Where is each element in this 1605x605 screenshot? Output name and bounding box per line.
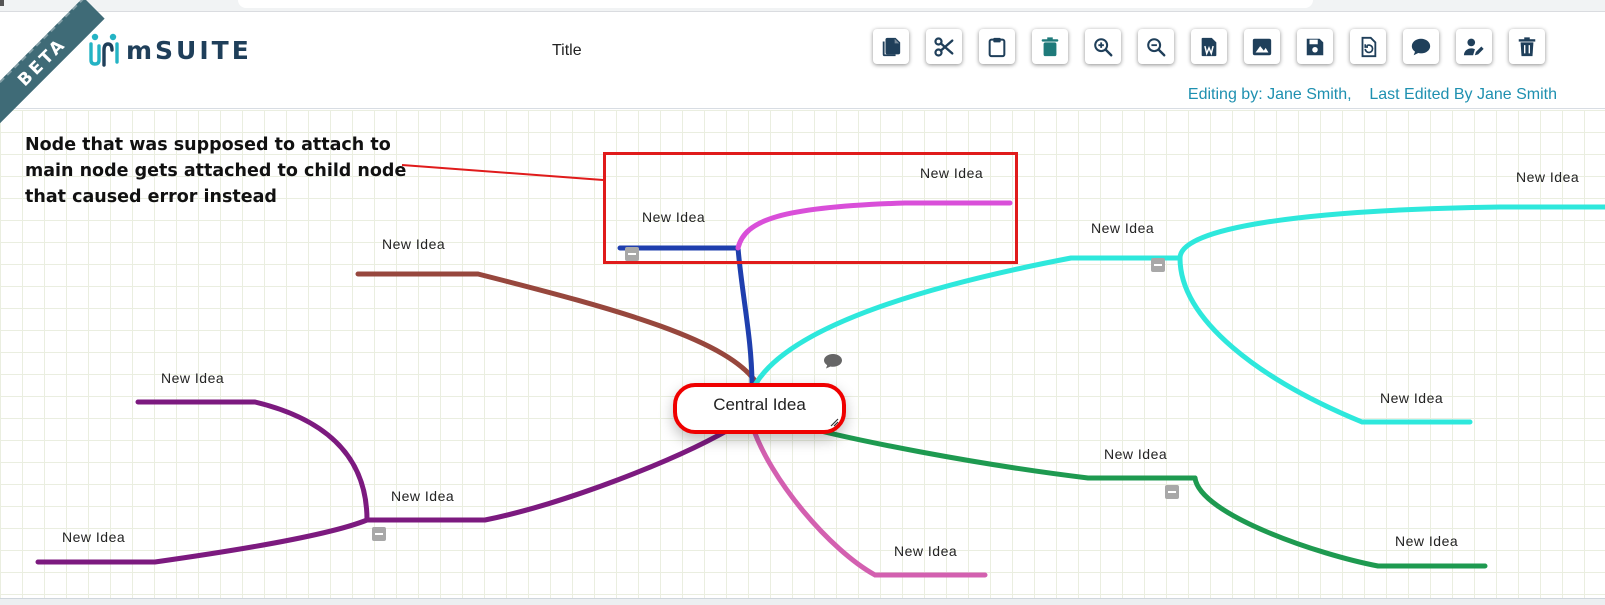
link-cyan-parent (752, 255, 1183, 388)
paste-button[interactable] (979, 29, 1015, 64)
copy-icon (882, 37, 901, 56)
zoom-in-icon (1094, 37, 1113, 56)
history-button[interactable] (1350, 29, 1386, 64)
editing-by: Editing by: Jane Smith, (1187, 86, 1352, 103)
zoom-out-icon (1147, 37, 1166, 56)
link-brown (355, 271, 761, 388)
comment-icon[interactable] (823, 353, 843, 369)
export-image-button[interactable] (1244, 29, 1280, 64)
node-label-purple-top[interactable]: New Idea (161, 370, 224, 386)
copy-button[interactable] (873, 29, 909, 64)
word-doc-icon (1201, 37, 1217, 56)
export-word-button[interactable] (1191, 29, 1227, 64)
document-restore-icon (1361, 36, 1377, 57)
node-label-cyan-parent[interactable]: New Idea (1091, 220, 1154, 236)
bottom-scrollbar[interactable] (0, 598, 1605, 605)
last-edited-by: Last Edited By Jane Smith (1369, 86, 1557, 103)
link-purple-parent (364, 420, 743, 523)
logo-text: mSUITE (126, 35, 252, 65)
delete-map-button[interactable] (1509, 29, 1545, 64)
chat-bubble-icon (1411, 38, 1431, 55)
zoom-out-button[interactable] (1138, 29, 1174, 64)
node-label-blue[interactable]: New Idea (642, 209, 705, 225)
document-title[interactable]: Title (552, 42, 582, 60)
save-button[interactable] (1297, 29, 1333, 64)
link-purple-top (135, 399, 370, 523)
trash-icon (1041, 36, 1059, 56)
link-green-child (1192, 475, 1488, 569)
link-cyan-top (1177, 204, 1605, 261)
collapse-button-blue[interactable] (625, 247, 639, 261)
scissors-icon (934, 36, 954, 57)
node-label-green-parent[interactable]: New Idea (1104, 446, 1167, 462)
user-edit-icon (1463, 38, 1484, 55)
delete-node-button[interactable] (1032, 29, 1068, 64)
node-label-green-child[interactable]: New Idea (1395, 533, 1458, 549)
node-label-purple-left[interactable]: New Idea (62, 529, 125, 545)
node-label-pink[interactable]: New Idea (894, 543, 957, 559)
collapse-button-cyan[interactable] (1151, 258, 1165, 272)
msuite-logo[interactable]: mSUITE (88, 30, 252, 70)
mindmap-canvas[interactable]: Node that was supposed to attach to main… (0, 110, 1605, 598)
zoom-in-button[interactable] (1085, 29, 1121, 64)
toolbar (873, 29, 1545, 64)
clipboard-icon (988, 37, 1006, 57)
comments-button[interactable] (1403, 29, 1439, 64)
central-node-label: Central Idea (713, 395, 806, 414)
msuite-logo-icon (89, 33, 119, 67)
floppy-disk-icon (1306, 38, 1324, 55)
address-bar[interactable] (238, 0, 1313, 8)
node-label-cyan-top[interactable]: New Idea (1516, 169, 1579, 185)
central-node[interactable]: Central Idea (673, 383, 846, 434)
node-label-purple-parent[interactable]: New Idea (391, 488, 454, 504)
collapse-button-purple[interactable] (372, 527, 386, 541)
cut-button[interactable] (926, 29, 962, 64)
node-label-cyan-bottom[interactable]: New Idea (1380, 390, 1443, 406)
editing-status: Editing by: Jane Smith, Last Edited By J… (1188, 86, 1557, 104)
mindmap-app: BETA mSUITE Title Editing by: Jane Smith… (0, 0, 1605, 605)
resize-grip-icon[interactable] (829, 417, 839, 427)
trash-can-icon (1518, 36, 1536, 56)
node-label-brown[interactable]: New Idea (382, 236, 445, 252)
browser-edge (0, 0, 4, 6)
edit-user-button[interactable] (1456, 29, 1492, 64)
image-icon (1252, 38, 1272, 55)
app-header: BETA mSUITE Title Editing by: Jane Smith… (0, 0, 1605, 125)
node-label-magenta[interactable]: New Idea (920, 165, 983, 181)
browser-strip (0, 0, 1605, 12)
annotation-note: Node that was supposed to attach to main… (25, 135, 407, 207)
collapse-button-green[interactable] (1165, 485, 1179, 499)
